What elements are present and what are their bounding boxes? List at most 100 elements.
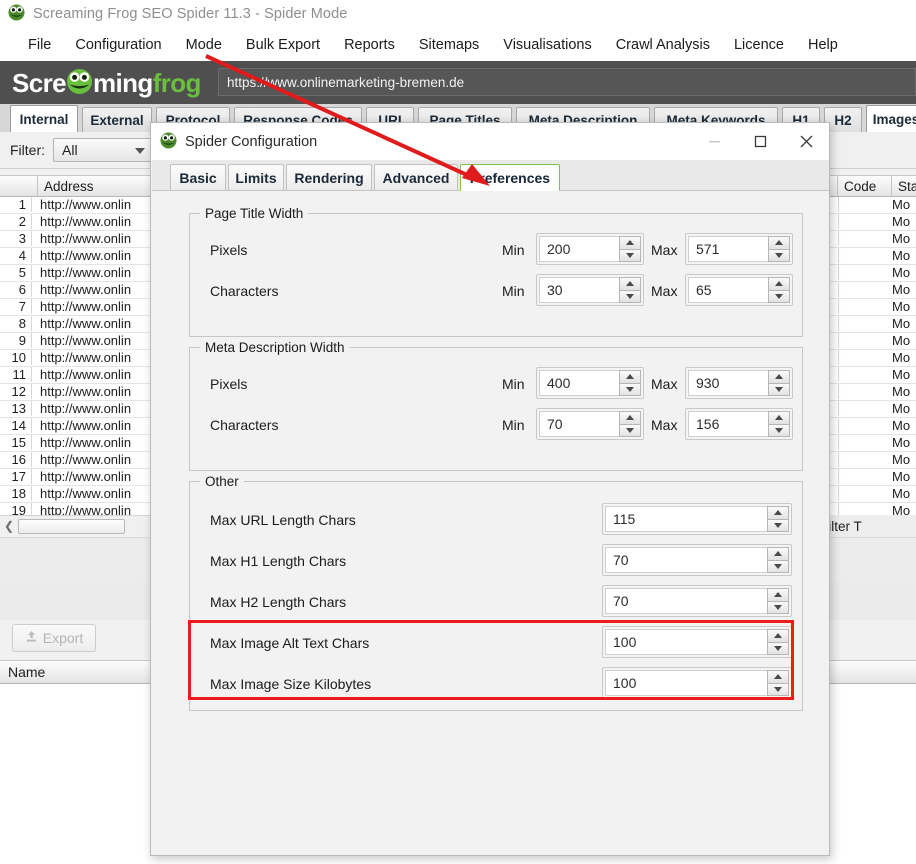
stepper-up-icon[interactable]	[767, 547, 789, 560]
stepper-up-icon[interactable]	[619, 370, 641, 383]
stepper-max-h1-length-chars[interactable]	[767, 547, 789, 573]
stepper-down-icon[interactable]	[619, 248, 641, 262]
stepper-meta-desc-pixels-min[interactable]	[619, 370, 641, 396]
stepper-down-icon[interactable]	[767, 559, 789, 573]
stepper-meta-desc-chars-min[interactable]	[619, 411, 641, 437]
stepper-down-icon[interactable]	[767, 518, 789, 532]
stepper-page-title-chars-max[interactable]	[768, 277, 790, 303]
input-meta-desc-pixels-min[interactable]: 400	[536, 367, 644, 399]
stepper-up-icon[interactable]	[619, 277, 641, 290]
filter-select-value: All	[62, 142, 78, 158]
stepper-down-icon[interactable]	[767, 641, 789, 655]
stepper-up-icon[interactable]	[768, 236, 790, 249]
stepper-down-icon[interactable]	[768, 248, 790, 262]
input-page-title-chars-min[interactable]: 30	[536, 274, 644, 306]
tab-external[interactable]: External	[82, 107, 152, 132]
stepper-down-icon[interactable]	[768, 382, 790, 396]
menu-item-file[interactable]: File	[18, 34, 61, 56]
input-meta-desc-pixels-max[interactable]: 930	[685, 367, 793, 399]
stepper-up-icon[interactable]	[767, 588, 789, 601]
dialog-tab-rendering[interactable]: Rendering	[286, 164, 372, 190]
menu-item-crawl-analysis[interactable]: Crawl Analysis	[606, 34, 720, 56]
url-input[interactable]: https://www.onlinemarketing-bremen.de	[218, 68, 916, 96]
input-max-image-size-kilobytes-value: 100	[605, 670, 767, 696]
menu-item-configuration[interactable]: Configuration	[65, 34, 171, 56]
stepper-up-icon[interactable]	[768, 277, 790, 290]
tab-images[interactable]: Images	[866, 105, 916, 133]
stepper-down-icon[interactable]	[619, 382, 641, 396]
input-meta-desc-chars-max[interactable]: 156	[685, 408, 793, 440]
filter-select[interactable]: All	[53, 138, 153, 162]
export-button[interactable]: Export	[12, 624, 96, 652]
stepper-meta-desc-pixels-max[interactable]	[768, 370, 790, 396]
stepper-down-icon[interactable]	[768, 289, 790, 303]
table-cell-index: 8	[0, 316, 32, 331]
table-cell-status: Mo	[892, 401, 911, 416]
table-cell-status: Mo	[892, 333, 911, 348]
minimize-icon[interactable]	[691, 123, 737, 160]
column-header-index[interactable]	[0, 176, 38, 197]
input-max-image-alt-text-chars[interactable]: 100	[602, 626, 792, 658]
input-page-title-chars-max[interactable]: 65	[685, 274, 793, 306]
stepper-max-image-alt-text-chars[interactable]	[767, 629, 789, 655]
scrollbar-thumb[interactable]	[18, 518, 126, 534]
stepper-page-title-pixels-min[interactable]	[619, 236, 641, 262]
stepper-page-title-pixels-max[interactable]	[768, 236, 790, 262]
stepper-max-h2-length-chars[interactable]	[767, 588, 789, 614]
input-page-title-pixels-min[interactable]: 200	[536, 233, 644, 265]
input-max-h2-length-chars[interactable]: 70	[602, 585, 792, 617]
menu-item-reports[interactable]: Reports	[334, 34, 405, 56]
menu-item-mode[interactable]: Mode	[176, 34, 232, 56]
stepper-up-icon[interactable]	[767, 506, 789, 519]
input-max-url-length-chars[interactable]: 115	[602, 503, 792, 535]
stepper-down-icon[interactable]	[619, 423, 641, 437]
input-meta-desc-chars-min[interactable]: 70	[536, 408, 644, 440]
stepper-up-icon[interactable]	[619, 411, 641, 424]
column-header-code[interactable]: Code	[838, 176, 892, 197]
table-cell-code	[838, 248, 891, 263]
stepper-down-icon[interactable]	[768, 423, 790, 437]
label-page-title-pixels: Pixels	[210, 242, 248, 258]
menu-item-sitemaps[interactable]: Sitemaps	[409, 34, 489, 56]
dialog-tab-advanced[interactable]: Advanced	[374, 164, 458, 190]
dialog-titlebar: Spider Configuration	[151, 123, 829, 160]
horizontal-scrollbar[interactable]: ❮	[0, 515, 172, 536]
menu-item-licence[interactable]: Licence	[724, 34, 794, 56]
dialog-tab-limits[interactable]: Limits	[228, 164, 284, 190]
input-max-h1-length-chars[interactable]: 70	[602, 544, 792, 576]
stepper-up-icon[interactable]	[767, 670, 789, 683]
label-page-title-pixels-max: Max	[651, 242, 678, 258]
stepper-meta-desc-chars-max[interactable]	[768, 411, 790, 437]
label-page-title-pixels-min: Min	[502, 242, 525, 258]
scroll-left-icon[interactable]: ❮	[4, 519, 14, 533]
stepper-up-icon[interactable]	[619, 236, 641, 249]
input-max-image-size-kilobytes[interactable]: 100	[602, 667, 792, 699]
column-header-status[interactable]: Status	[892, 176, 916, 197]
stepper-up-icon[interactable]	[768, 370, 790, 383]
maximize-icon[interactable]	[737, 123, 783, 160]
stepper-max-url-length-chars[interactable]	[767, 506, 789, 532]
dialog-title: Spider Configuration	[185, 133, 318, 150]
stepper-down-icon[interactable]	[619, 289, 641, 303]
menu-item-visualisations[interactable]: Visualisations	[493, 34, 601, 56]
stepper-up-icon[interactable]	[767, 629, 789, 642]
stepper-down-icon[interactable]	[767, 600, 789, 614]
tab-internal[interactable]: Internal	[10, 105, 78, 133]
dialog-tab-basic[interactable]: Basic	[170, 164, 226, 190]
table-cell-code	[838, 231, 891, 246]
dialog-window-controls	[691, 123, 829, 160]
stepper-down-icon[interactable]	[767, 682, 789, 696]
stepper-page-title-chars-min[interactable]	[619, 277, 641, 303]
table-cell-address: http://www.onlin	[40, 486, 132, 501]
table-cell-code	[838, 282, 891, 297]
stepper-max-image-size-kilobytes[interactable]	[767, 670, 789, 696]
input-page-title-pixels-max[interactable]: 571	[685, 233, 793, 265]
stepper-up-icon[interactable]	[768, 411, 790, 424]
menu-item-bulk-export[interactable]: Bulk Export	[236, 34, 330, 56]
menu-item-help[interactable]: Help	[798, 34, 848, 56]
dialog-tab-preferences[interactable]: Preferences	[460, 164, 560, 191]
table-cell-status: Mo	[892, 418, 911, 433]
close-icon[interactable]	[783, 123, 829, 160]
table-cell-address: http://www.onlin	[40, 333, 132, 348]
table-cell-index: 3	[0, 231, 32, 246]
